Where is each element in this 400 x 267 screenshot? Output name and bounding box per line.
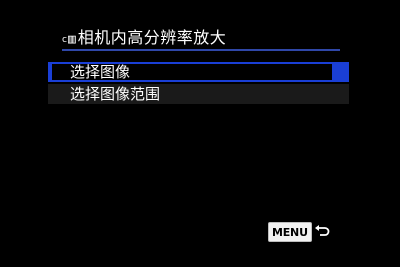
menu-item-label: 选择图像 [70, 63, 131, 81]
header-divider [62, 49, 340, 51]
menu-item-select-image-range[interactable]: 选择图像范围 [48, 84, 349, 104]
camera-playback-icon: c ▥ [62, 28, 76, 48]
menu-list: 选择图像 选择图像范围 [48, 62, 349, 106]
camera-menu-screen: c ▥ 相机内高分辨率放大 选择图像 选择图像范围 MENU [0, 0, 400, 267]
menu-item-select-image[interactable]: 选择图像 [48, 62, 349, 82]
menu-item-label: 选择图像范围 [70, 85, 161, 103]
footer-controls: MENU [268, 221, 330, 243]
menu-button[interactable]: MENU [268, 222, 312, 242]
bars-icon-glyph: ▥ [67, 32, 76, 47]
return-arrow-icon[interactable] [314, 223, 330, 241]
page-title: 相机内高分辨率放大 [77, 28, 227, 47]
menu-header: c ▥ 相机内高分辨率放大 [62, 26, 340, 50]
camera-icon-glyph: c [62, 35, 67, 45]
